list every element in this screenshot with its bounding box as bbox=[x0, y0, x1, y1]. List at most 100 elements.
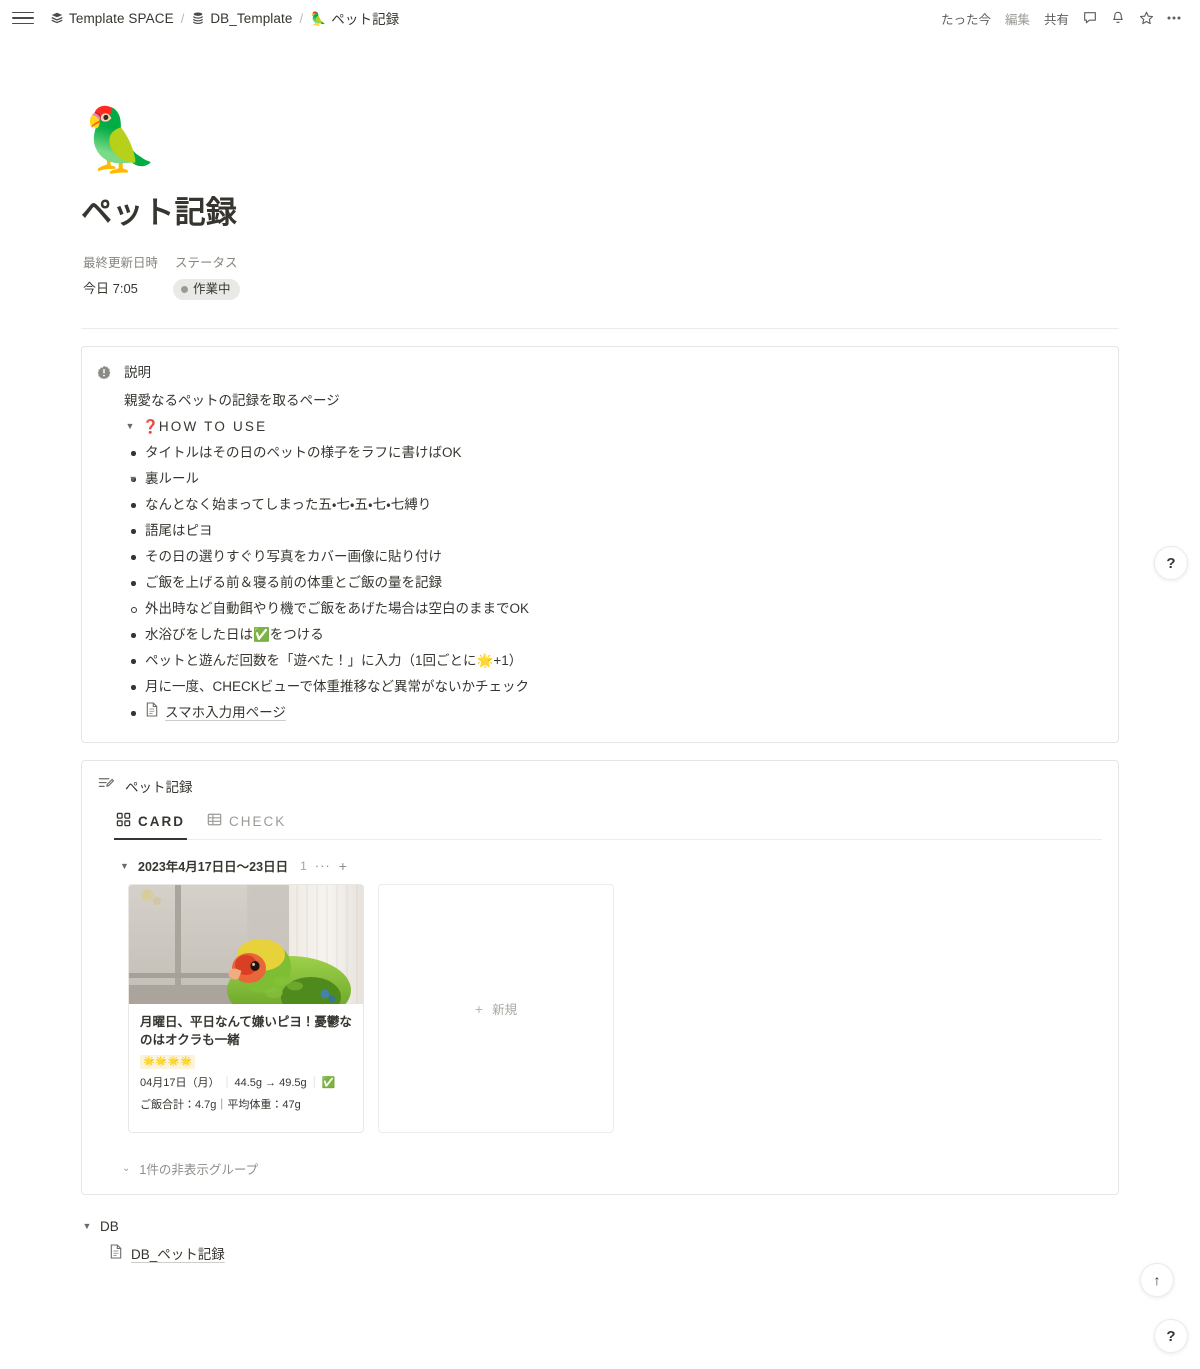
card-bath-check-icon: ✅ bbox=[321, 1077, 336, 1090]
top-bar: Template SPACE / DB_Template / 🦜 ペット記録 た… bbox=[0, 0, 1200, 36]
list-item: なんとなく始まってしまった五・七・五・七・七縛り bbox=[124, 494, 1100, 516]
new-card-label: 新規 bbox=[492, 1003, 518, 1018]
breadcrumb-label-database: DB_Template bbox=[210, 10, 293, 26]
breadcrumb-label-page: ペット記録 bbox=[331, 12, 400, 27]
page-emoji-icon[interactable]: 🦜 bbox=[81, 110, 1200, 186]
meal-sublist: 外出時など自動餌やり機でご飯をあげた場合は空白のままでOK bbox=[124, 598, 1100, 620]
list-item: タイトルはその日のペットの様子をラフに書けばOK bbox=[124, 442, 1100, 464]
status-badge-label: 作業中 bbox=[193, 282, 231, 297]
list-item: その日の選りすぐり写真をカバー画像に貼り付け bbox=[124, 546, 1100, 568]
breadcrumb-item-database[interactable]: DB_Template bbox=[187, 9, 296, 28]
card-body: 月曜日、平日なんて嫌いピヨ！憂鬱なのはオクラも一緒 🌟🌟🌟🌟 04月17日（月）… bbox=[129, 1004, 363, 1124]
property-value-last-updated: 今日 7:05 bbox=[83, 281, 138, 297]
database-block: ペット記録 CARD CHECK ▼ 2023年4月17日日〜23日日 1 ··… bbox=[81, 760, 1119, 1196]
group-count: 1 bbox=[300, 858, 307, 873]
howto-toggle-header[interactable]: ▼ ❓HOW TO USE bbox=[124, 416, 1100, 438]
property-last-updated[interactable]: 最終更新日時 今日 7:05 bbox=[81, 253, 173, 300]
group-collapse-icon[interactable]: ▼ bbox=[120, 861, 130, 871]
howto-text: HOW TO USE bbox=[158, 419, 268, 435]
list-item-page-link: スマホ入力用ページ bbox=[124, 702, 1100, 724]
status-badge[interactable]: 作業中 bbox=[173, 279, 240, 301]
db-child-page-link[interactable]: DB_ペット記録 bbox=[109, 1243, 1119, 1263]
db-toggle-block: ▼ DB DB_ペット記録 bbox=[81, 1217, 1119, 1263]
hidden-group-toggle[interactable]: ⌄ 1件の非表示グループ bbox=[122, 1159, 1102, 1178]
page-content: 🦜 ペット記録 最終更新日時 今日 7:05 ステータス 作業中 説明 親愛なる… bbox=[0, 110, 1200, 1263]
plus-icon: + bbox=[474, 1000, 484, 1017]
tab-check[interactable]: CHECK bbox=[205, 807, 288, 839]
property-name-last-updated: 最終更新日時 bbox=[83, 256, 159, 271]
callout-paragraph: 親愛なるペットの記録を取るページ bbox=[124, 393, 340, 409]
help-button-bottom[interactable]: ? bbox=[1154, 1319, 1188, 1353]
star-icon[interactable] bbox=[1132, 4, 1160, 32]
page-divider bbox=[81, 328, 1119, 330]
stack-icon bbox=[50, 11, 64, 25]
group-add-icon[interactable]: + bbox=[339, 858, 347, 874]
sub-toggle-urarule[interactable]: ▼ 裏ルール bbox=[124, 468, 1100, 490]
breadcrumb-item-page[interactable]: 🦜 ペット記録 bbox=[306, 6, 403, 30]
page-properties: 最終更新日時 今日 7:05 ステータス 作業中 bbox=[81, 253, 1200, 301]
db-toggle-label: DB bbox=[100, 1218, 119, 1234]
database-title: ペット記録 bbox=[125, 780, 193, 796]
card-date: 04月17日（月） bbox=[140, 1077, 220, 1090]
list-item: ペットと遊んだ回数を「遊べた！」に入力（1回ごとに🌟+1） bbox=[124, 650, 1100, 672]
scroll-to-top-button[interactable]: ↑ bbox=[1140, 1263, 1174, 1297]
sub-toggle-label: 裏ルール bbox=[145, 471, 199, 487]
property-status[interactable]: ステータス 作業中 bbox=[173, 253, 240, 301]
last-edited-time: たった今 bbox=[940, 12, 991, 27]
new-card-button[interactable]: + 新規 bbox=[378, 884, 614, 1134]
group-name: 2023年4月17日日〜23日日 bbox=[138, 860, 289, 875]
tab-check-label: CHECK bbox=[229, 813, 287, 829]
status-dot-icon bbox=[181, 285, 188, 293]
callout-header: 説明 bbox=[96, 363, 1100, 386]
description-callout-block: 説明 親愛なるペットの記録を取るページ ▼ ❓HOW TO USE タイトルはそ… bbox=[81, 346, 1119, 744]
breadcrumb-separator-1: / bbox=[180, 10, 185, 26]
bell-icon[interactable] bbox=[1104, 4, 1132, 32]
property-name-status: ステータス bbox=[175, 256, 238, 271]
info-badge-icon bbox=[96, 363, 112, 386]
card-item[interactable]: 月曜日、平日なんて嫌いピヨ！憂鬱なのはオクラも一緒 🌟🌟🌟🌟 04月17日（月）… bbox=[128, 884, 364, 1134]
share-button[interactable]: 共有 bbox=[1037, 5, 1076, 32]
card-title: 月曜日、平日なんて嫌いピヨ！憂鬱なのはオクラも一緒 bbox=[140, 1015, 352, 1048]
page-title: ペット記録 bbox=[81, 195, 237, 230]
inline-page-link[interactable]: スマホ入力用ページ bbox=[145, 702, 286, 724]
list-item: 語尾はピヨ bbox=[124, 520, 1100, 542]
callout-title: 説明 bbox=[124, 365, 151, 381]
help-button-mid[interactable]: ? bbox=[1154, 546, 1188, 580]
card-cover-image bbox=[129, 885, 363, 1005]
urarule-sublist: なんとなく始まってしまった五・七・五・七・七縛り 語尾はピヨ bbox=[124, 494, 1100, 542]
more-icon[interactable] bbox=[1160, 4, 1188, 32]
chevron-down-icon[interactable]: ▼ bbox=[124, 416, 136, 436]
db-toggle-header[interactable]: ▼ DB bbox=[81, 1217, 1119, 1235]
parrot-emoji-icon: 🦜 bbox=[310, 10, 327, 26]
list-edit-icon bbox=[98, 775, 115, 797]
inline-page-link-label: スマホ入力用ページ bbox=[165, 705, 286, 721]
card-meta-line-1: 04月17日（月）｜ 44.5g → 49.5g ｜ ✅ bbox=[140, 1075, 352, 1091]
list-item: 外出時など自動餌やり機でご飯をあげた場合は空白のままでOK bbox=[124, 598, 1100, 620]
breadcrumb-item-workspace[interactable]: Template SPACE bbox=[46, 9, 178, 28]
comment-icon[interactable] bbox=[1076, 4, 1104, 32]
database-header[interactable]: ペット記録 bbox=[96, 775, 1102, 797]
chevron-down-icon-db[interactable]: ▼ bbox=[81, 1217, 93, 1235]
card-meta-line-2: ご飯合計：4.7g｜平均体重：47g bbox=[140, 1099, 301, 1112]
howto-list: タイトルはその日のペットの様子をラフに書けばOK ▼ 裏ルール なんとなく始まっ… bbox=[124, 442, 1100, 724]
group-more-icon[interactable]: ··· bbox=[315, 858, 331, 873]
database-view-tabs: CARD CHECK bbox=[114, 807, 1102, 841]
page-icon-db bbox=[109, 1244, 123, 1262]
hamburger-icon[interactable] bbox=[12, 7, 34, 29]
list-item: ご飯を上げる前＆寝る前の体重とご飯の量を記録 bbox=[124, 572, 1100, 594]
meta-sep-1: ｜ bbox=[221, 1077, 233, 1090]
hidden-group-label: 1件の非表示グループ bbox=[139, 1163, 259, 1178]
page-icon bbox=[145, 702, 159, 724]
list-item: 月に一度、CHECKビューで体重推移など異常がないかチェック bbox=[124, 676, 1100, 698]
list-item: 水浴びをした日は✅をつける bbox=[124, 624, 1100, 646]
card-list: 月曜日、平日なんて嫌いピヨ！憂鬱なのはオクラも一緒 🌟🌟🌟🌟 04月17日（月）… bbox=[128, 884, 1102, 1134]
question-mark-emoji: ❓ bbox=[142, 419, 159, 435]
group-header-row: ▼ 2023年4月17日日〜23日日 1 ··· + bbox=[120, 856, 1102, 875]
database-icon bbox=[191, 11, 205, 25]
tab-card-label: CARD bbox=[138, 813, 185, 829]
tab-card[interactable]: CARD bbox=[114, 807, 187, 841]
db-child-label: DB_ペット記録 bbox=[131, 1247, 225, 1263]
chevron-down-icon-hidden-group: ⌄ bbox=[122, 1163, 131, 1175]
chevron-down-icon-sub[interactable]: ▼ bbox=[127, 469, 139, 489]
breadcrumb-separator-2: / bbox=[299, 10, 304, 26]
